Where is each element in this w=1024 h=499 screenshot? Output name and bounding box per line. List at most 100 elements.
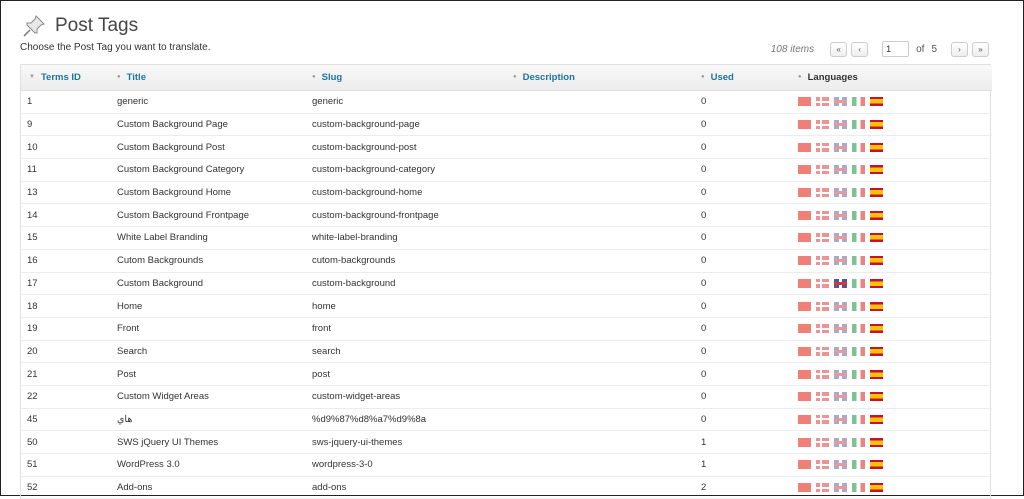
flag-es-icon[interactable]: [870, 437, 883, 447]
table-row[interactable]: 17 Custom Background custom-background 0: [21, 272, 992, 296]
flag-gb-icon[interactable]: [834, 414, 847, 424]
column-header-used[interactable]: ● Used: [701, 65, 798, 91]
flag-dk-icon[interactable]: [816, 97, 829, 107]
flag-es-icon[interactable]: [870, 210, 883, 220]
last-page-button[interactable]: »: [972, 41, 989, 57]
flag-es-icon[interactable]: [870, 142, 883, 152]
table-row[interactable]: 15 White Label Branding white-label-brandi…: [21, 226, 992, 250]
flag-gb-icon[interactable]: [834, 120, 847, 130]
term-title-cell[interactable]: Custom Background Category: [117, 158, 312, 182]
term-title-cell[interactable]: generic: [117, 90, 312, 114]
flag-dk-icon[interactable]: [816, 142, 829, 152]
flag-dk-icon[interactable]: [816, 256, 829, 266]
flag-gb-icon[interactable]: [834, 324, 847, 334]
flag-es-icon[interactable]: [870, 233, 883, 243]
flag-gb-icon[interactable]: [834, 210, 847, 220]
table-row[interactable]: 1 generic generic 0: [21, 90, 992, 114]
term-title-cell[interactable]: Front: [117, 317, 312, 341]
table-row[interactable]: 18 Home home 0: [21, 294, 992, 318]
table-row[interactable]: 21 Post post 0: [21, 362, 992, 386]
prev-page-button[interactable]: ‹: [851, 41, 869, 57]
flag-it-icon[interactable]: [852, 301, 865, 311]
flag-cn-icon[interactable]: [798, 301, 811, 311]
flag-dk-icon[interactable]: [816, 483, 829, 493]
flag-cn-icon[interactable]: [798, 369, 811, 379]
flag-gb-icon[interactable]: [834, 460, 847, 470]
flag-es-icon[interactable]: [870, 301, 883, 311]
current-page-input[interactable]: [882, 41, 910, 57]
flag-gb-icon[interactable]: [834, 256, 847, 266]
flag-gb-icon[interactable]: [834, 278, 847, 288]
flag-gb-icon[interactable]: [834, 165, 847, 175]
term-title-cell[interactable]: WordPress 3.0: [117, 453, 312, 477]
flag-dk-icon[interactable]: [816, 165, 829, 175]
flag-it-icon[interactable]: [852, 165, 865, 175]
flag-it-icon[interactable]: [852, 120, 865, 130]
term-title-cell[interactable]: هاي: [117, 408, 312, 432]
term-title-cell[interactable]: Home: [117, 294, 312, 318]
flag-it-icon[interactable]: [852, 188, 865, 198]
flag-cn-icon[interactable]: [798, 120, 811, 130]
flag-es-icon[interactable]: [870, 165, 883, 175]
flag-cn-icon[interactable]: [798, 233, 811, 243]
table-row[interactable]: 14 Custom Background Frontpage custom-back…: [21, 203, 992, 228]
term-title-cell[interactable]: White Label Branding: [117, 226, 312, 250]
flag-cn-icon[interactable]: [798, 437, 811, 447]
term-title-cell[interactable]: Search: [117, 340, 312, 364]
flag-cn-icon[interactable]: [798, 392, 811, 402]
table-row[interactable]: 9 Custom Background Page custom-background…: [21, 113, 992, 137]
flag-es-icon[interactable]: [870, 120, 883, 130]
flag-gb-icon[interactable]: [834, 392, 847, 402]
flag-es-icon[interactable]: [870, 483, 883, 493]
table-row[interactable]: 13 Custom Background Home custom-backgroun…: [21, 181, 992, 205]
flag-es-icon[interactable]: [870, 188, 883, 198]
flag-es-icon[interactable]: [870, 346, 883, 356]
table-row[interactable]: 45 هاي %d9%87%d8%a7%d9%8a 0: [21, 408, 992, 432]
flag-cn-icon[interactable]: [798, 346, 811, 356]
flag-dk-icon[interactable]: [816, 414, 829, 424]
flag-cn-icon[interactable]: [798, 483, 811, 493]
flag-es-icon[interactable]: [870, 369, 883, 379]
flag-cn-icon[interactable]: [798, 324, 811, 334]
flag-it-icon[interactable]: [852, 392, 865, 402]
term-title-cell[interactable]: Custom Background: [117, 272, 312, 296]
term-title-cell[interactable]: Custom Widget Areas: [117, 385, 312, 409]
term-title-cell[interactable]: Post: [117, 362, 312, 386]
table-row[interactable]: 10 Custom Background Post custom-backgroun…: [21, 135, 992, 160]
first-page-button[interactable]: «: [830, 41, 848, 57]
column-header-terms-id[interactable]: ▼ Terms ID: [21, 65, 117, 91]
table-row[interactable]: 52 Add-ons add-ons 2: [21, 476, 992, 499]
flag-it-icon[interactable]: [852, 256, 865, 266]
flag-cn-icon[interactable]: [798, 278, 811, 288]
flag-es-icon[interactable]: [870, 278, 883, 288]
flag-dk-icon[interactable]: [816, 301, 829, 311]
column-header-description[interactable]: ● Description: [513, 65, 701, 91]
term-title-cell[interactable]: Custom Background Home: [117, 181, 312, 205]
flag-es-icon[interactable]: [870, 256, 883, 266]
flag-it-icon[interactable]: [852, 460, 865, 470]
column-header-title[interactable]: ● Title: [117, 65, 312, 91]
flag-it-icon[interactable]: [852, 97, 865, 107]
flag-cn-icon[interactable]: [798, 142, 811, 152]
flag-es-icon[interactable]: [870, 324, 883, 334]
flag-dk-icon[interactable]: [816, 392, 829, 402]
table-row[interactable]: 50 SWS jQuery UI Themes sws-jquery-ui-them…: [21, 430, 992, 454]
flag-dk-icon[interactable]: [816, 324, 829, 334]
term-title-cell[interactable]: Cutom Backgrounds: [117, 249, 312, 273]
table-row[interactable]: 22 Custom Widget Areas custom-widget-areas…: [21, 385, 992, 409]
term-title-cell[interactable]: Custom Background Page: [117, 113, 312, 137]
flag-es-icon[interactable]: [870, 392, 883, 402]
flag-es-icon[interactable]: [870, 97, 883, 107]
term-title-cell[interactable]: SWS jQuery UI Themes: [117, 430, 312, 454]
table-row[interactable]: 20 Search search 0: [21, 340, 992, 364]
flag-it-icon[interactable]: [852, 210, 865, 220]
flag-cn-icon[interactable]: [798, 210, 811, 220]
flag-es-icon[interactable]: [870, 414, 883, 424]
flag-it-icon[interactable]: [852, 233, 865, 243]
flag-cn-icon[interactable]: [798, 165, 811, 175]
flag-dk-icon[interactable]: [816, 120, 829, 130]
table-row[interactable]: 19 Front front 0: [21, 317, 992, 341]
flag-gb-icon[interactable]: [834, 483, 847, 493]
flag-dk-icon[interactable]: [816, 346, 829, 356]
flag-it-icon[interactable]: [852, 483, 865, 493]
